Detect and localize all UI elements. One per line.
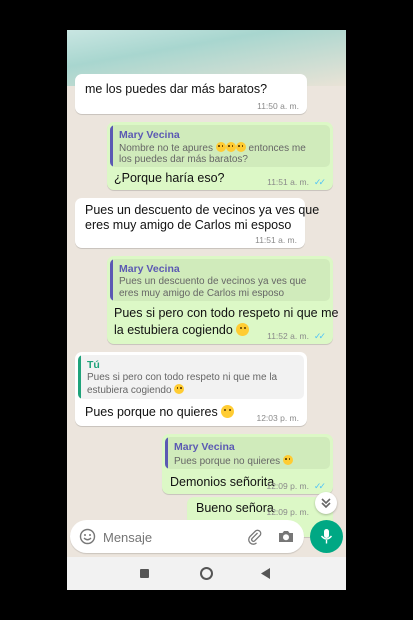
microphone-button[interactable] <box>310 520 343 553</box>
quote-bar <box>165 437 168 469</box>
quote-text: entonces me <box>248 143 306 154</box>
quote-author: Tú <box>87 359 100 371</box>
quote-text: eres muy amigo de Carlos mi esposo <box>119 288 285 299</box>
triangle-back-icon[interactable] <box>260 567 271 580</box>
winking-tongue-emoji-icon <box>236 323 250 336</box>
quote-author: Mary Vecina <box>174 441 235 453</box>
quote-text: Pues un descuento de vecinos ya ves que <box>119 276 307 287</box>
quoted-message[interactable]: Mary Vecina Nombre no te apures entonces… <box>110 125 330 167</box>
message-text: Bueno señora <box>196 501 274 515</box>
message-incoming[interactable]: me los puedes dar más baratos? 11:50 a. … <box>75 74 307 114</box>
quoted-message[interactable]: Tú Pues si pero con todo respeto ni que … <box>78 355 304 399</box>
circle-icon[interactable] <box>200 567 213 580</box>
message-text: Pues porque no quieres <box>85 405 218 419</box>
message-text: eres muy amigo de Carlos mi esposo <box>85 218 292 232</box>
message-input-bar[interactable] <box>70 520 304 553</box>
system-nav-bar <box>67 557 346 590</box>
quote-text: Pues porque no quieres <box>174 456 281 467</box>
message-text: ¿Porque haría eso? <box>114 171 225 185</box>
message-text-line: Pues porque no quieres <box>85 404 235 421</box>
microphone-icon <box>320 529 333 544</box>
winking-tongue-emoji-icon <box>174 384 185 394</box>
quote-bar <box>78 355 81 399</box>
message-incoming[interactable]: Tú Pues si pero con todo respeto ni que … <box>75 352 307 426</box>
message-incoming[interactable]: Pues un descuento de vecinos ya ves que … <box>75 198 319 248</box>
message-time: 11:51 a. m. <box>267 177 309 187</box>
quote-text: estubiera cogiendo <box>87 385 172 396</box>
quote-bar <box>110 125 113 167</box>
quote-text: los puedes dar más baratos? <box>119 154 248 165</box>
message-time: 12:03 p. m. <box>256 413 299 423</box>
quote-text: Pues si pero con todo respeto ni que me … <box>87 372 278 383</box>
quoted-message[interactable]: Mary Vecina Pues un descuento de vecinos… <box>110 259 330 301</box>
flushed-emoji-icon <box>225 142 236 152</box>
message-outgoing[interactable]: Mary Vecina Pues un descuento de vecinos… <box>107 256 338 344</box>
message-input[interactable] <box>101 527 245 548</box>
read-ticks-icon: ✓✓ <box>313 481 326 491</box>
read-ticks-icon: ✓✓ <box>313 331 326 341</box>
message-time: 11:51 a. m. <box>255 235 297 245</box>
phone-screen: me los puedes dar más baratos? 11:50 a. … <box>67 30 346 590</box>
paperclip-icon[interactable] <box>246 528 263 545</box>
quoted-message[interactable]: Mary Vecina Pues porque no quieres <box>165 437 330 469</box>
message-text: Demonios señorita <box>170 475 275 489</box>
message-time: 12:09 p. m. <box>266 481 309 491</box>
quote-text-line: Pues porque no quieres <box>174 455 293 469</box>
quote-text: Nombre no te apures <box>119 143 213 154</box>
message-text-line: la estubiera cogiendo <box>114 322 250 339</box>
message-outgoing[interactable]: Mary Vecina Pues porque no quieres Demon… <box>162 434 333 494</box>
scroll-down-button[interactable] <box>315 492 337 514</box>
flushed-emoji-icon <box>215 142 226 152</box>
message-text: me los puedes dar más baratos? <box>85 82 268 96</box>
smirk-emoji-icon <box>282 455 293 465</box>
smirk-emoji-icon <box>221 405 235 418</box>
message-text: Pues si pero con todo respeto ni que me <box>114 306 339 320</box>
camera-icon[interactable] <box>277 528 295 545</box>
message-outgoing[interactable]: Mary Vecina Nombre no te apures entonces… <box>107 122 333 190</box>
quote-author: Mary Vecina <box>119 129 180 141</box>
message-time: 12:09 p. m. <box>266 507 309 517</box>
quote-author: Mary Vecina <box>119 263 180 275</box>
message-time: 11:52 a. m. <box>267 331 309 341</box>
read-ticks-icon: ✓✓ <box>313 177 326 187</box>
message-time: 11:50 a. m. <box>257 101 299 111</box>
quote-bar <box>110 259 113 301</box>
chat-area[interactable]: me los puedes dar más baratos? 11:50 a. … <box>67 30 346 550</box>
flushed-emoji-icon <box>235 142 246 152</box>
quote-text-line: estubiera cogiendo <box>87 384 185 398</box>
double-chevron-down-icon <box>321 498 331 509</box>
message-text: la estubiera cogiendo <box>114 323 233 337</box>
emoji-icon[interactable] <box>79 528 96 545</box>
square-icon[interactable] <box>140 569 149 578</box>
